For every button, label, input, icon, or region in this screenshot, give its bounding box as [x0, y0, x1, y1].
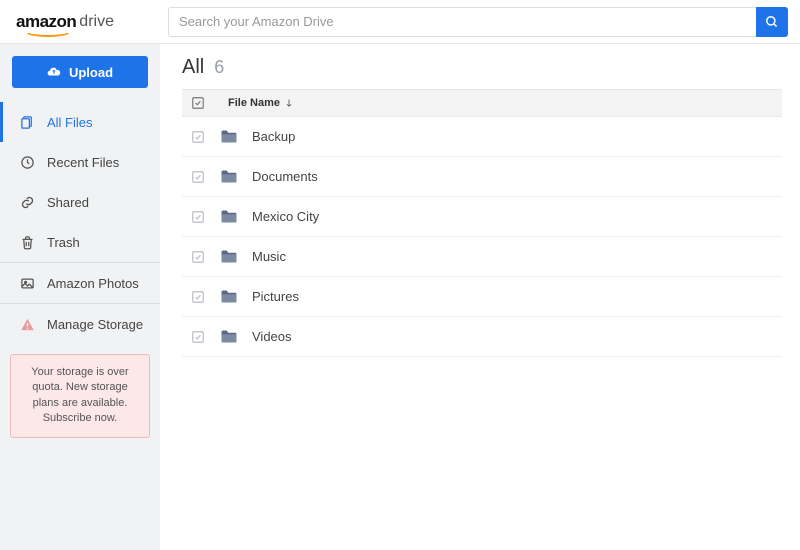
table-row[interactable]: Mexico City	[182, 197, 782, 237]
sidebar-item-trash[interactable]: Trash	[0, 222, 160, 262]
sidebar-item-label: Trash	[47, 235, 80, 250]
sidebar-item-amazon-photos[interactable]: Amazon Photos	[0, 263, 160, 303]
checkbox-icon	[191, 130, 205, 144]
checkbox-icon	[191, 96, 205, 110]
table-header: File Name	[182, 89, 782, 117]
sidebar: Upload All Files Recent Files Shared Tra…	[0, 44, 160, 550]
sidebar-item-all-files[interactable]: All Files	[0, 102, 160, 142]
row-checkbox[interactable]	[190, 130, 206, 144]
folder-icon	[220, 129, 238, 144]
trash-icon	[19, 235, 35, 250]
sidebar-item-label: All Files	[47, 115, 93, 130]
upload-label: Upload	[69, 65, 113, 80]
search-icon	[765, 15, 779, 29]
warning-icon	[19, 317, 35, 332]
sidebar-item-shared[interactable]: Shared	[0, 182, 160, 222]
brand-logo[interactable]: amazon drive	[4, 12, 160, 32]
row-checkbox[interactable]	[190, 330, 206, 344]
page-title: All	[182, 56, 204, 79]
table-row[interactable]: Pictures	[182, 277, 782, 317]
logo-drive-text: drive	[79, 13, 114, 31]
column-header-label: File Name	[228, 97, 280, 109]
sidebar-item-manage-storage[interactable]: Manage Storage	[0, 304, 160, 344]
search-input[interactable]	[169, 14, 756, 29]
row-checkbox[interactable]	[190, 210, 206, 224]
checkbox-icon	[191, 290, 205, 304]
folder-icon	[220, 329, 238, 344]
checkbox-icon	[191, 210, 205, 224]
file-name: Videos	[252, 329, 292, 344]
app-header: amazon drive	[0, 0, 800, 44]
table-row[interactable]: Documents	[182, 157, 782, 197]
table-row[interactable]: Videos	[182, 317, 782, 357]
checkbox-icon	[191, 250, 205, 264]
select-all-checkbox[interactable]	[190, 96, 206, 110]
file-name: Pictures	[252, 289, 299, 304]
storage-warning-banner[interactable]: Your storage is over quota. New storage …	[10, 354, 150, 438]
checkbox-icon	[191, 330, 205, 344]
photos-icon	[19, 276, 35, 291]
item-count: 6	[214, 57, 224, 78]
search-button[interactable]	[756, 7, 788, 37]
main-content: All 6 File Name Backup Documents Mexico	[160, 44, 800, 550]
row-checkbox[interactable]	[190, 170, 206, 184]
row-checkbox[interactable]	[190, 250, 206, 264]
sidebar-item-label: Amazon Photos	[47, 276, 139, 291]
link-icon	[19, 195, 35, 210]
logo-amazon-text: amazon	[16, 12, 76, 32]
file-name: Music	[252, 249, 286, 264]
sidebar-item-label: Recent Files	[47, 155, 119, 170]
clock-icon	[19, 155, 35, 170]
sort-arrow-down-icon	[284, 98, 294, 108]
sidebar-item-label: Manage Storage	[47, 317, 143, 332]
file-name: Documents	[252, 169, 318, 184]
page-title-row: All 6	[182, 56, 782, 79]
upload-button[interactable]: Upload	[12, 56, 148, 88]
folder-icon	[220, 289, 238, 304]
nav-list: All Files Recent Files Shared Trash Amaz…	[0, 102, 160, 344]
column-header-name[interactable]: File Name	[228, 97, 294, 109]
folder-icon	[220, 209, 238, 224]
folder-icon	[220, 249, 238, 264]
table-row[interactable]: Backup	[182, 117, 782, 157]
row-checkbox[interactable]	[190, 290, 206, 304]
folder-icon	[220, 169, 238, 184]
upload-icon	[47, 65, 61, 79]
file-name: Mexico City	[252, 209, 319, 224]
checkbox-icon	[191, 170, 205, 184]
file-name: Backup	[252, 129, 295, 144]
sidebar-item-recent-files[interactable]: Recent Files	[0, 142, 160, 182]
table-row[interactable]: Music	[182, 237, 782, 277]
files-icon	[19, 115, 35, 130]
search-bar	[168, 7, 788, 37]
storage-warning-text: Your storage is over quota. New storage …	[31, 366, 128, 424]
sidebar-item-label: Shared	[47, 195, 89, 210]
